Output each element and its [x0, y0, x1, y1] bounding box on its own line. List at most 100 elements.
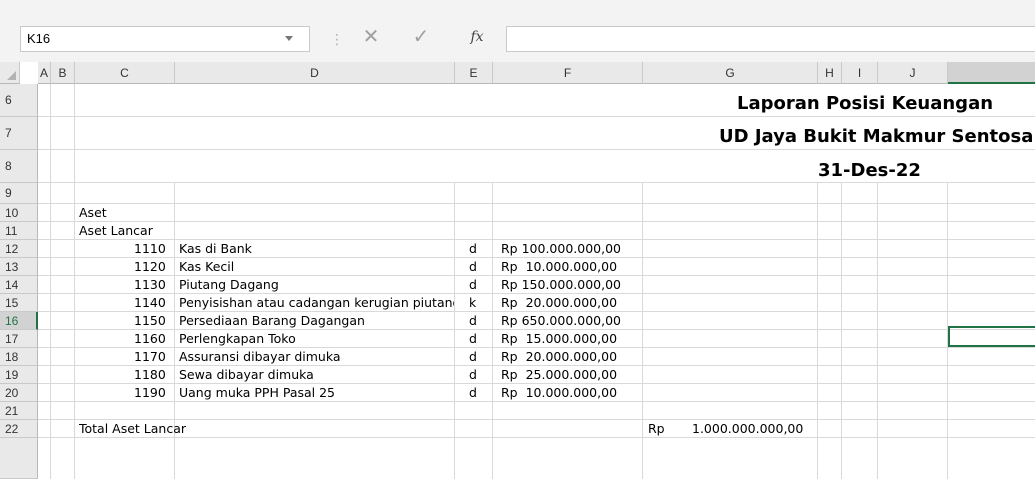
row-header[interactable]: 6 — [0, 84, 38, 117]
account-name: Uang muka PPH Pasal 25 — [179, 387, 335, 400]
section-aset-lancar: Aset Lancar — [79, 225, 153, 238]
company-name: UD Jaya Bukit Makmur Sentosa — [719, 126, 1034, 147]
row-header[interactable]: 7 — [0, 117, 38, 150]
gridline — [38, 275, 1035, 276]
account-code: 1160 — [134, 333, 166, 346]
gridline — [492, 183, 493, 479]
enter-icon[interactable]: ✓ — [406, 22, 436, 50]
gridline — [841, 183, 842, 479]
gridline — [38, 401, 1035, 402]
row-header[interactable]: 12 — [0, 240, 38, 258]
column-header-C[interactable]: C — [75, 62, 175, 84]
row-header[interactable]: 19 — [0, 366, 38, 384]
name-box[interactable]: K16 — [20, 26, 310, 52]
account-code: 1140 — [134, 297, 166, 310]
gridline — [38, 239, 1035, 240]
account-dk: d — [469, 279, 477, 292]
account-code: 1130 — [134, 279, 166, 292]
row-header[interactable]: 8 — [0, 150, 38, 183]
gridline — [38, 383, 1035, 384]
total-currency: Rp — [648, 423, 665, 436]
account-dk: d — [469, 333, 477, 346]
total-label: Total Aset Lancar — [79, 423, 187, 436]
select-all-icon — [7, 71, 16, 80]
account-dk: d — [469, 261, 477, 274]
column-header-I[interactable]: I — [842, 62, 878, 84]
account-dk: k — [469, 297, 477, 310]
column-header-E[interactable]: E — [455, 62, 493, 84]
account-name: Perlengkapan Toko — [179, 333, 296, 346]
account-name: Kas di Bank — [179, 243, 252, 256]
gridline — [38, 437, 1035, 438]
account-code: 1180 — [134, 369, 166, 382]
account-amount: Rp 20.000.000,00 — [501, 297, 618, 310]
section-aset: Aset — [79, 207, 107, 220]
account-code: 1150 — [134, 315, 166, 328]
gridline — [38, 347, 1035, 348]
gridline — [38, 257, 1035, 258]
account-code: 1190 — [134, 387, 166, 400]
gridline — [38, 203, 1035, 204]
account-name: Sewa dibayar dimuka — [179, 369, 314, 382]
account-amount: Rp 10.000.000,00 — [501, 387, 618, 400]
select-all-corner[interactable] — [0, 62, 20, 84]
gridline — [877, 183, 878, 479]
gridline — [454, 183, 455, 479]
column-header-G[interactable]: G — [643, 62, 818, 84]
account-amount: Rp 15.000.000,00 — [501, 333, 618, 346]
gridline — [38, 116, 1035, 117]
account-amount: Rp 25.000.000,00 — [501, 369, 618, 382]
gridline — [38, 329, 1035, 330]
row-header[interactable]: 11 — [0, 222, 38, 240]
account-dk: d — [469, 387, 477, 400]
row-header[interactable]: 13 — [0, 258, 38, 276]
column-header-F[interactable]: F — [493, 62, 643, 84]
gridline — [38, 419, 1035, 420]
row-header[interactable]: 10 — [0, 204, 38, 222]
report-date: 31-Des-22 — [818, 160, 921, 181]
function-icon[interactable]: fx — [462, 25, 492, 49]
row-header[interactable] — [0, 438, 38, 479]
gridline — [642, 183, 643, 479]
column-header-A[interactable]: A — [38, 62, 51, 84]
account-name: Assuransi dibayar dimuka — [179, 351, 341, 364]
account-amount: Rp 150.000.000,00 — [501, 279, 621, 292]
account-name: Kas Kecil — [179, 261, 235, 274]
row-header[interactable]: 16 — [0, 312, 38, 330]
account-amount: Rp 20.000.000,00 — [501, 351, 618, 364]
row-header[interactable]: 22 — [0, 420, 38, 438]
gridline — [817, 183, 818, 479]
account-code: 1170 — [134, 351, 166, 364]
row-header[interactable]: 20 — [0, 384, 38, 402]
account-amount: Rp 10.000.000,00 — [501, 261, 618, 274]
row-header[interactable]: 9 — [0, 183, 38, 204]
cancel-icon[interactable]: ✕ — [356, 22, 386, 50]
account-dk: d — [469, 243, 477, 256]
row-header[interactable]: 14 — [0, 276, 38, 294]
gridline — [74, 84, 75, 479]
gridline — [38, 149, 1035, 150]
active-cell-K16[interactable] — [948, 326, 1035, 347]
gridline — [38, 221, 1035, 222]
separator-icon: ⋮ — [330, 32, 344, 48]
column-header-H[interactable]: H — [818, 62, 842, 84]
row-header[interactable]: 15 — [0, 294, 38, 312]
row-header[interactable]: 17 — [0, 330, 38, 348]
gridline — [38, 182, 1035, 183]
gridline — [38, 293, 1035, 294]
account-code: 1120 — [134, 261, 166, 274]
formula-input[interactable] — [506, 26, 1035, 52]
account-name: Piutang Dagang — [179, 279, 279, 292]
column-header-D[interactable]: D — [175, 62, 455, 84]
gridline — [50, 84, 51, 479]
row-header[interactable]: 21 — [0, 402, 38, 420]
column-header-J[interactable]: J — [878, 62, 948, 84]
account-dk: d — [469, 351, 477, 364]
column-header-K[interactable] — [948, 62, 1035, 84]
chevron-down-icon[interactable] — [285, 36, 293, 41]
account-dk: d — [469, 315, 477, 328]
column-header-B[interactable]: B — [51, 62, 75, 84]
account-name: Persediaan Barang Dagangan — [179, 315, 365, 328]
row-header[interactable]: 18 — [0, 348, 38, 366]
account-code: 1110 — [134, 243, 166, 256]
